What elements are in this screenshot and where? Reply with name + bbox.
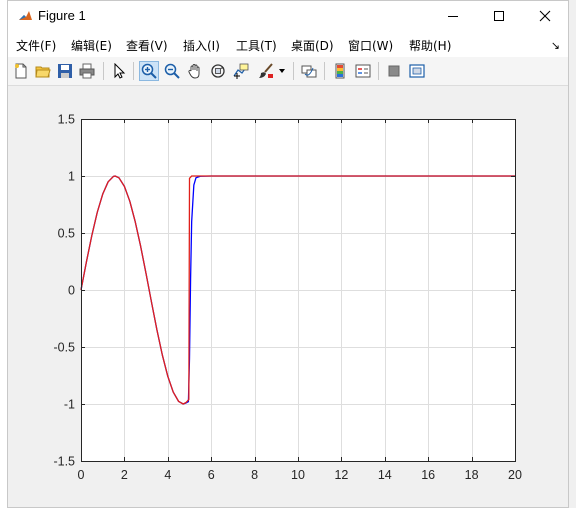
x-tick-label: 2: [121, 468, 128, 482]
x-tick-label: 16: [421, 468, 435, 482]
y-tick-label: -1.5: [53, 455, 75, 469]
y-tick-label: 0.5: [58, 227, 75, 241]
background-window-bottom: [0, 508, 576, 514]
y-tick-label: -0.5: [53, 341, 75, 355]
x-tick-label: 6: [208, 468, 215, 482]
x-tick-label: 8: [251, 468, 258, 482]
x-tick-label: 14: [378, 468, 392, 482]
x-tick-label: 18: [465, 468, 479, 482]
x-tick-label: 0: [78, 468, 85, 482]
y-tick-label: 1: [68, 170, 75, 184]
x-tick-label: 12: [334, 468, 348, 482]
x-tick-label: 20: [508, 468, 522, 482]
x-tick-label: 4: [164, 468, 171, 482]
figure-canvas[interactable]: 0 2 4 6 8 10 12 14 16 18 20 -1.5 -1 -0.5 0 0.5 1 1.5: [8, 1, 568, 507]
figure-window: Figure 1 文件(F) 编辑(E) 查看(V) 插入(I) 工具(T) 桌…: [7, 0, 569, 508]
y-tick-label: -1: [64, 398, 75, 412]
x-tick-label: 10: [291, 468, 305, 482]
y-tick-label: 1.5: [58, 113, 75, 127]
y-tick-label: 0: [68, 284, 75, 298]
